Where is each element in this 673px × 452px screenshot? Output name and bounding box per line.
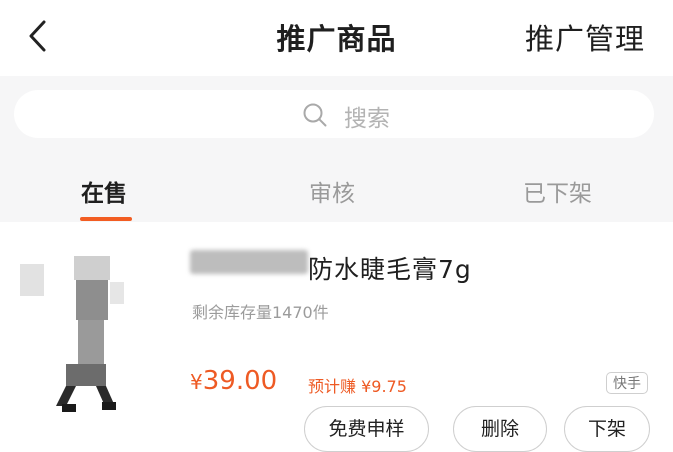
tab-review[interactable]: 审核 xyxy=(309,174,355,208)
blurred-title-prefix xyxy=(190,250,308,274)
search-icon xyxy=(303,103,327,127)
free-sample-button[interactable]: 免费申样 xyxy=(304,406,429,452)
price-currency: ¥ xyxy=(190,370,203,394)
tab-on-sale[interactable]: 在售 xyxy=(81,174,127,208)
header: 推广商品 推广管理 xyxy=(0,0,673,76)
product-card[interactable]: 防水睫毛膏7g 剩余库存量1470件 ¥39.00 预计赚 ¥9.75 快手 免… xyxy=(0,222,673,452)
active-tab-indicator xyxy=(80,217,132,221)
product-image[interactable] xyxy=(14,246,144,421)
stock-remaining: 剩余库存量1470件 xyxy=(192,303,329,322)
platform-badge: 快手 xyxy=(606,372,648,394)
delete-button[interactable]: 删除 xyxy=(453,406,547,452)
back-button[interactable] xyxy=(22,16,58,56)
search-placeholder: 搜索 xyxy=(344,106,390,132)
product-price: ¥39.00 xyxy=(190,366,277,396)
tab-bar: 在售 审核 已下架 xyxy=(0,166,673,222)
tab-off-shelf[interactable]: 已下架 xyxy=(523,174,592,208)
off-shelf-button[interactable]: 下架 xyxy=(564,406,650,452)
estimated-earning: 预计赚 ¥9.75 xyxy=(308,377,407,396)
price-value: 39.00 xyxy=(202,366,278,396)
promotion-management-link[interactable]: 推广管理 xyxy=(525,16,645,58)
product-title: 防水睫毛膏7g xyxy=(308,255,472,284)
search-input[interactable]: 搜索 xyxy=(14,90,654,138)
chevron-left-icon xyxy=(29,20,46,52)
